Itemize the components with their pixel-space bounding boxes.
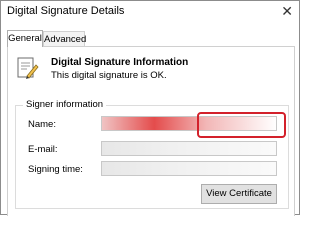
digital-signature-details-window: Digital Signature Details ✕ General Adva… [0,0,300,216]
signing-time-field[interactable] [101,161,277,176]
signature-status-text: This digital signature is OK. [51,70,167,81]
email-label: E-mail: [28,144,58,155]
email-field[interactable] [101,141,277,156]
signature-info-title: Digital Signature Information [51,57,189,68]
name-label: Name: [28,119,56,130]
close-icon[interactable]: ✕ [281,3,293,19]
signing-time-label: Signing time: [28,164,83,175]
highlight-box [197,112,286,138]
certificate-icon [17,57,39,79]
signer-information-label: Signer information [23,99,107,110]
tab-advanced[interactable]: Advanced [43,31,86,46]
window-title: Digital Signature Details [7,5,125,17]
tab-general[interactable]: General [7,30,43,47]
view-certificate-button[interactable]: View Certificate [201,184,277,204]
title-bar: Digital Signature Details ✕ [1,1,299,23]
